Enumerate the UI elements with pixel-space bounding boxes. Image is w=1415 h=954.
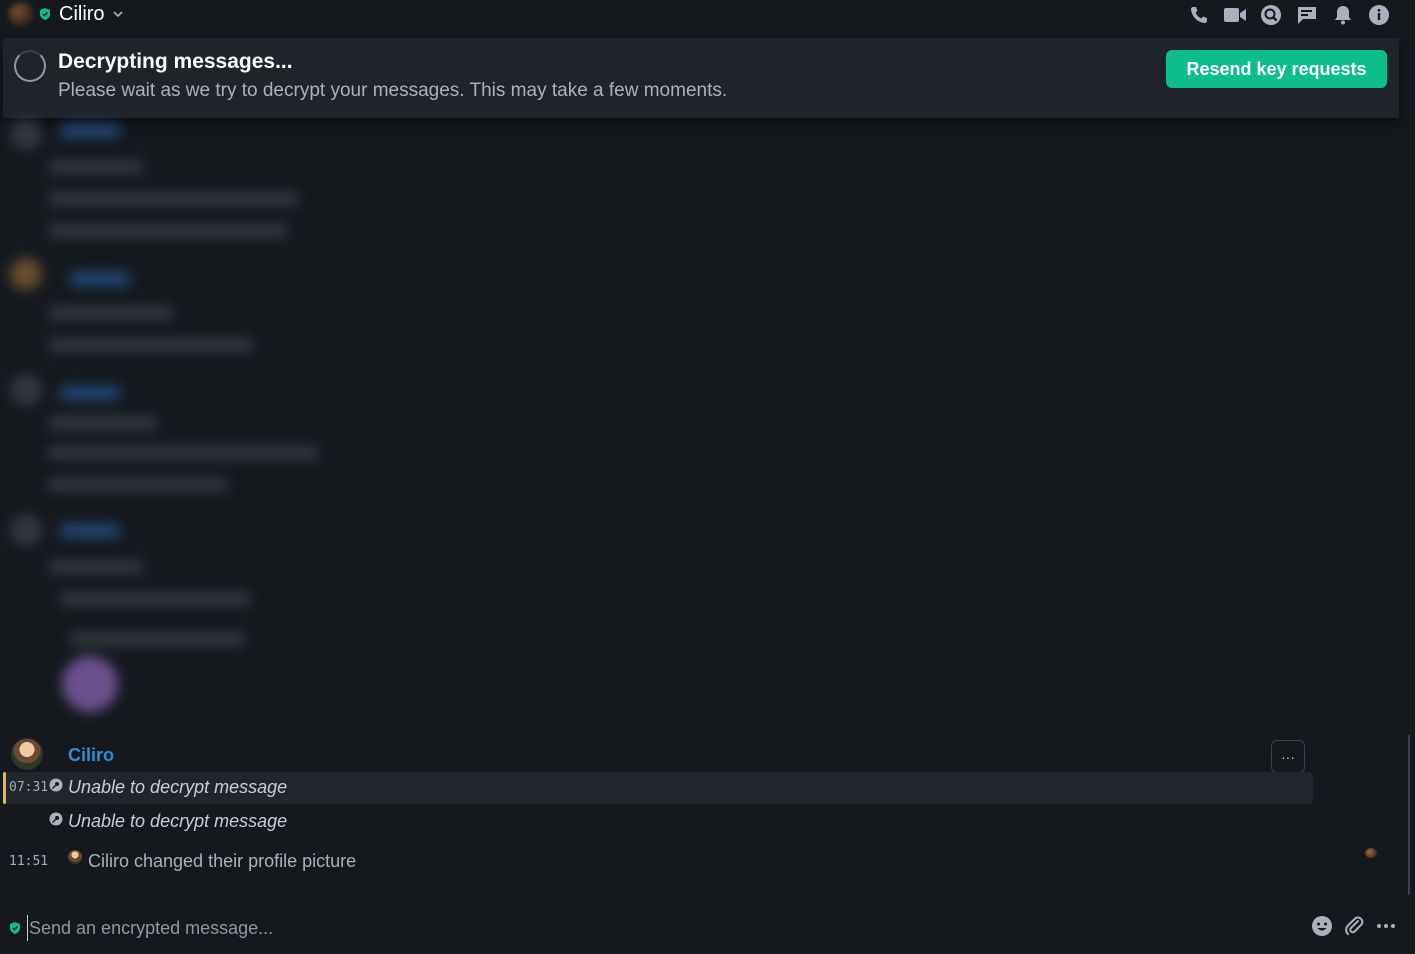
decryption-failure-icon [49,778,63,792]
blurred-avatar [10,118,42,150]
blurred-sender [60,524,120,538]
composer-actions [1311,915,1397,937]
highlight-bar [3,772,6,804]
decrypting-banner: Decrypting messages... Please wait as we… [3,38,1399,118]
state-event-text: Ciliro changed their profile picture [88,851,357,871]
more-options-icon[interactable] [1375,915,1397,937]
header-actions [1187,3,1391,27]
blurred-line [48,338,253,352]
message-options-button[interactable]: ··· [1271,740,1305,773]
blurred-line [60,592,250,606]
sender-avatar[interactable] [11,738,43,770]
e2e-shield-icon [10,922,20,934]
blurred-line [48,306,173,320]
blurred-sender [70,272,130,286]
blurred-line [48,160,143,174]
message-input[interactable] [27,915,1227,941]
blurred-avatar [10,374,42,406]
blurred-line [48,416,158,430]
bell-icon[interactable] [1331,3,1355,27]
threads-icon[interactable] [1295,3,1319,27]
resend-key-requests-button[interactable]: Resend key requests [1166,50,1387,88]
sender-name[interactable]: Ciliro [68,745,114,766]
banner-title: Decrypting messages... [58,50,293,73]
blurred-timeline [0,118,1400,723]
blurred-line [70,632,245,646]
blurred-line [48,478,228,492]
event-timestamp[interactable]: 11:51 [9,854,48,869]
emoji-icon[interactable] [1311,915,1333,937]
room-name[interactable]: Ciliro [59,3,105,26]
blurred-avatar [10,514,42,546]
blurred-purple-avatar [62,656,118,712]
blurred-avatar [10,258,42,290]
decryption-failure-icon [49,812,63,826]
room-header: Ciliro [0,0,1415,30]
attachment-icon[interactable] [1343,915,1365,937]
event-avatar [68,850,82,864]
state-event-row[interactable]: 11:51 Ciliro changed their profile pictu… [0,848,1400,876]
blurred-line [48,192,298,206]
message-composer [0,905,1415,954]
message-body: Unable to decrypt message [68,777,288,797]
info-icon[interactable] [1367,3,1391,27]
message-row[interactable]: 07:31 Unable to decrypt message [3,772,1313,804]
message-timestamp[interactable]: 07:31 [9,780,48,795]
blurred-line [48,224,288,238]
phone-icon[interactable] [1187,3,1211,27]
video-icon[interactable] [1223,3,1247,27]
message-body: Unable to decrypt message [68,811,288,831]
blurred-sender [60,386,120,400]
read-receipt-avatar[interactable] [1365,848,1377,858]
room-avatar[interactable] [8,2,34,26]
message-row[interactable]: Unable to decrypt message [3,806,1313,838]
blurred-sender [60,124,120,138]
banner-subtitle: Please wait as we try to decrypt your me… [58,80,728,101]
chevron-down-icon[interactable] [112,8,124,20]
shield-verified-icon [40,8,50,20]
loading-spinner-icon [14,50,46,82]
timeline-scrollbar[interactable] [1408,735,1410,895]
blurred-line [48,560,143,574]
blurred-line [48,446,318,460]
search-icon[interactable] [1259,3,1283,27]
